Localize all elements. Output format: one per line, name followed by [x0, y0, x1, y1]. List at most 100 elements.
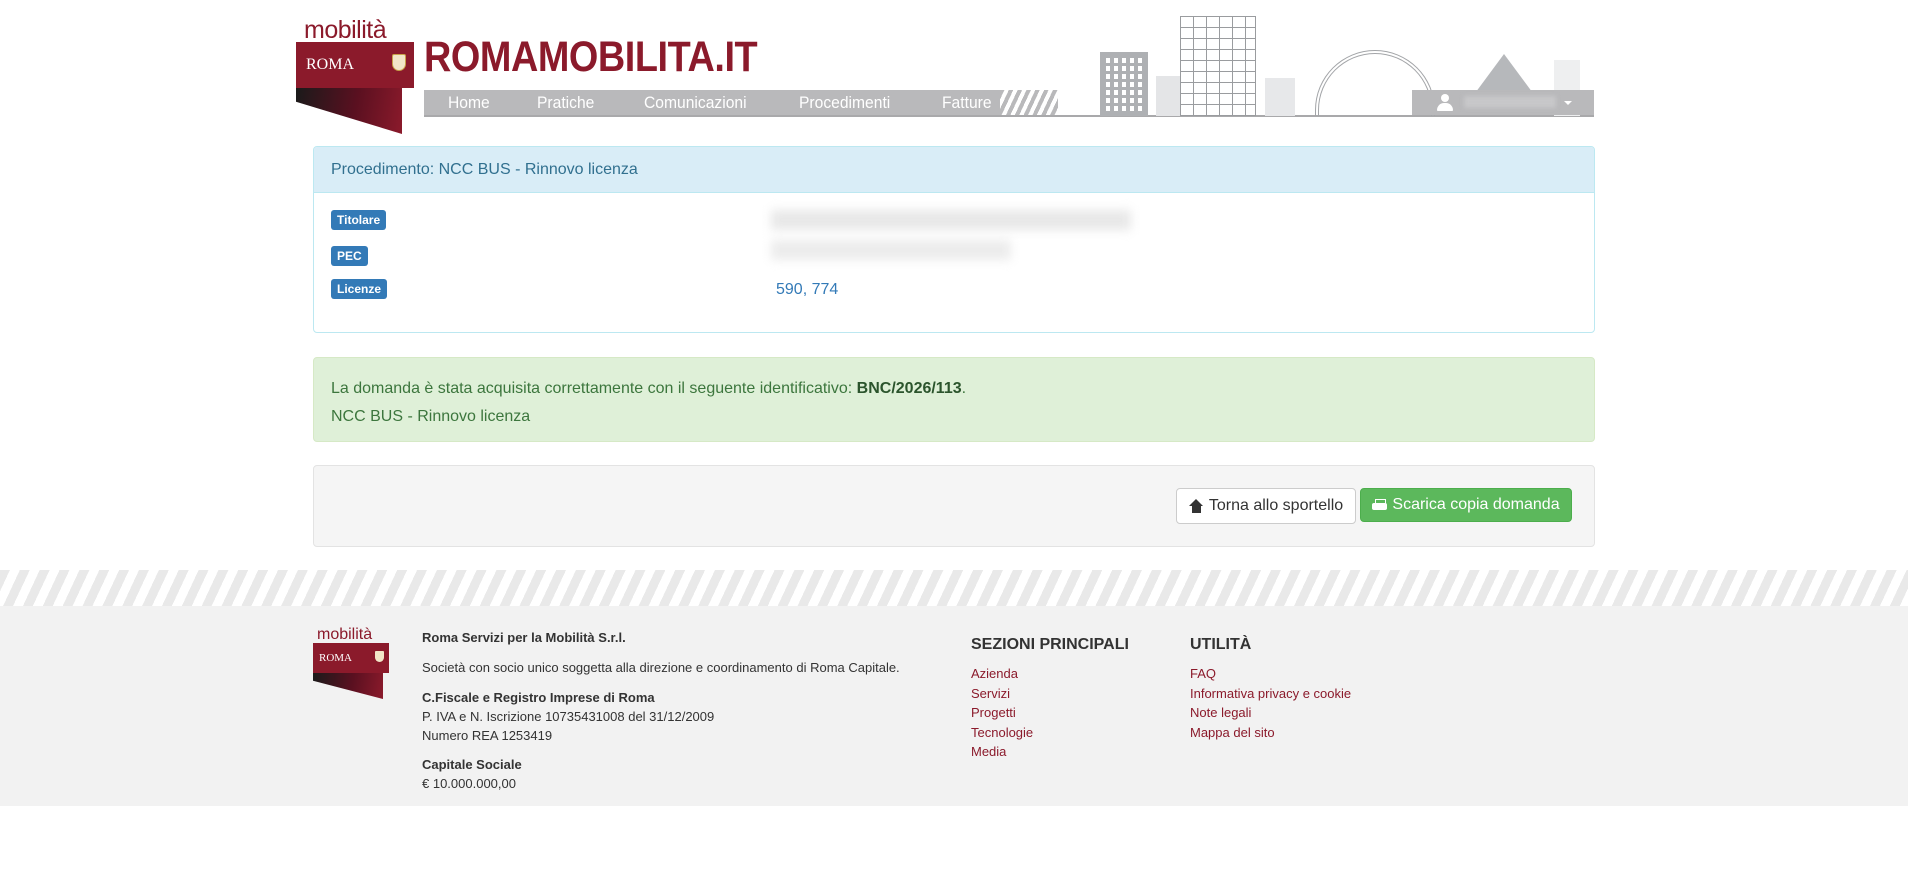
nav-item-home[interactable]: Home: [448, 93, 490, 113]
window-decoration: [1138, 74, 1142, 79]
window-decoration: [1130, 90, 1134, 95]
footer-link-faq[interactable]: FAQ: [1190, 664, 1351, 684]
logo-ribbon: [296, 88, 402, 134]
window-decoration: [1114, 58, 1118, 63]
download-copy-button[interactable]: Scarica copia domanda: [1360, 488, 1572, 522]
company-info: Roma Servizi per la Mobilità S.r.l. Soci…: [422, 628, 922, 793]
window-decoration: [1138, 82, 1142, 87]
footer-logo-band-text: ROMA: [319, 652, 353, 664]
window-decoration: [1106, 82, 1110, 87]
window-decoration: [1114, 66, 1118, 71]
window-decoration: [1122, 66, 1126, 71]
caret-down-icon: [1564, 101, 1572, 105]
footer-stripes-decoration: [0, 570, 1908, 606]
footer-link-media[interactable]: Media: [971, 742, 1129, 762]
site-footer: mobilità ROMA Roma Servizi per la Mobili…: [0, 606, 1908, 806]
titolare-badge: Titolare: [331, 210, 387, 230]
back-to-desk-button[interactable]: Torna allo sportello: [1176, 488, 1356, 524]
nav-item-procedimenti[interactable]: Procedimenti: [799, 93, 890, 113]
window-decoration: [1106, 106, 1110, 111]
logo-band-text: ROMA: [306, 56, 355, 73]
footer-logo-band: ROMA: [313, 643, 389, 673]
window-decoration: [1138, 90, 1142, 95]
capital-value: € 10.000.000,00: [422, 776, 516, 791]
success-alert: La domanda è stata acquisita correttamen…: [313, 357, 1595, 442]
brand-title[interactable]: ROMAMOBILITA.IT: [424, 33, 758, 82]
roma-crest-icon: [375, 651, 384, 662]
footer-link-azienda[interactable]: Azienda: [971, 664, 1129, 684]
window-decoration: [1114, 90, 1118, 95]
success-subtitle: NCC BUS - Rinnovo licenza: [331, 408, 531, 425]
fiscal-vat: P. IVA e N. Iscrizione 10735431008 del 3…: [422, 709, 715, 724]
window-decoration: [1114, 106, 1118, 111]
footer-link-legal[interactable]: Note legali: [1190, 703, 1351, 723]
window-decoration: [1106, 74, 1110, 79]
window-decoration: [1122, 90, 1126, 95]
window-decoration: [1130, 106, 1134, 111]
window-decoration: [1114, 98, 1118, 103]
pec-value-redacted: [771, 240, 1011, 260]
fiscal-rea: Numero REA 1253419: [422, 728, 553, 743]
footer-sections: SEZIONI PRINCIPALI Azienda Servizi Proge…: [971, 636, 1129, 762]
tower-illustration: [1180, 16, 1256, 116]
nav-item-comunicazioni[interactable]: Comunicazioni: [644, 93, 747, 113]
nav-item-pratiche[interactable]: Pratiche: [537, 93, 594, 113]
window-decoration: [1138, 58, 1142, 63]
window-decoration: [1130, 66, 1134, 71]
print-icon: [1372, 498, 1388, 512]
window-decoration: [1114, 82, 1118, 87]
pec-badge: PEC: [331, 246, 368, 266]
roma-crest-icon: [392, 54, 406, 71]
licenze-value: 590, 774: [776, 281, 839, 298]
window-decoration: [1122, 74, 1126, 79]
sections-heading: SEZIONI PRINCIPALI: [971, 636, 1129, 653]
fiscal-title: C.Fiscale e Registro Imprese di Roma: [422, 690, 655, 705]
footer-logo: mobilità ROMA: [313, 626, 391, 699]
window-decoration: [1122, 106, 1126, 111]
nav-stripes-decoration: [1000, 90, 1058, 115]
home-icon: [1188, 499, 1204, 513]
success-message: La domanda è stata acquisita correttamen…: [331, 375, 1594, 403]
utilities-heading: UTILITÀ: [1190, 636, 1252, 653]
romamobilita-logo[interactable]: mobilità ROMA: [296, 16, 414, 134]
licenze-badge: Licenze: [331, 279, 388, 299]
footer-link-tecnologie[interactable]: Tecnologie: [971, 723, 1129, 743]
success-message-suffix: .: [961, 380, 967, 397]
building-illustration: [1265, 78, 1295, 116]
window-decoration: [1130, 98, 1134, 103]
application-identifier: BNC/2026/113: [856, 380, 962, 397]
window-decoration: [1130, 58, 1134, 63]
window-decoration: [1130, 82, 1134, 87]
window-decoration: [1138, 66, 1142, 71]
window-decoration: [1106, 58, 1110, 63]
footer-logo-text: mobilità: [317, 626, 373, 643]
window-decoration: [1122, 82, 1126, 87]
window-decoration: [1138, 106, 1142, 111]
back-to-desk-label: Torna allo sportello: [1208, 497, 1344, 514]
footer-link-sitemap[interactable]: Mappa del sito: [1190, 723, 1351, 743]
footer-logo-ribbon: [313, 673, 383, 699]
actions-well: Torna allo sportello Scarica copia doman…: [313, 465, 1595, 547]
building-illustration: [1156, 76, 1180, 116]
window-decoration: [1122, 58, 1126, 63]
footer-link-servizi[interactable]: Servizi: [971, 684, 1129, 704]
titolare-value-redacted: [771, 210, 1131, 230]
logo-band: ROMA: [296, 42, 414, 88]
licenze-row: Licenze 590, 774: [331, 279, 1571, 301]
company-name: Roma Servizi per la Mobilità S.r.l.: [422, 630, 626, 645]
window-decoration: [1106, 66, 1110, 71]
window-decoration: [1122, 98, 1126, 103]
user-menu-dropdown[interactable]: [1412, 90, 1594, 115]
user-name-redacted: [1464, 96, 1556, 108]
logo-text: mobilità: [304, 16, 387, 44]
procedure-panel-title: Procedimento: NCC BUS - Rinnovo licenza: [314, 147, 1594, 193]
footer-link-privacy[interactable]: Informativa privacy e cookie: [1190, 684, 1351, 704]
window-decoration: [1114, 74, 1118, 79]
user-icon: [1436, 94, 1454, 111]
company-description: Società con socio unico soggetta alla di…: [422, 660, 900, 675]
nav-item-fatture[interactable]: Fatture: [942, 93, 992, 113]
window-decoration: [1130, 74, 1134, 79]
window-decoration: [1106, 98, 1110, 103]
download-copy-label: Scarica copia domanda: [1392, 496, 1560, 513]
footer-link-progetti[interactable]: Progetti: [971, 703, 1129, 723]
